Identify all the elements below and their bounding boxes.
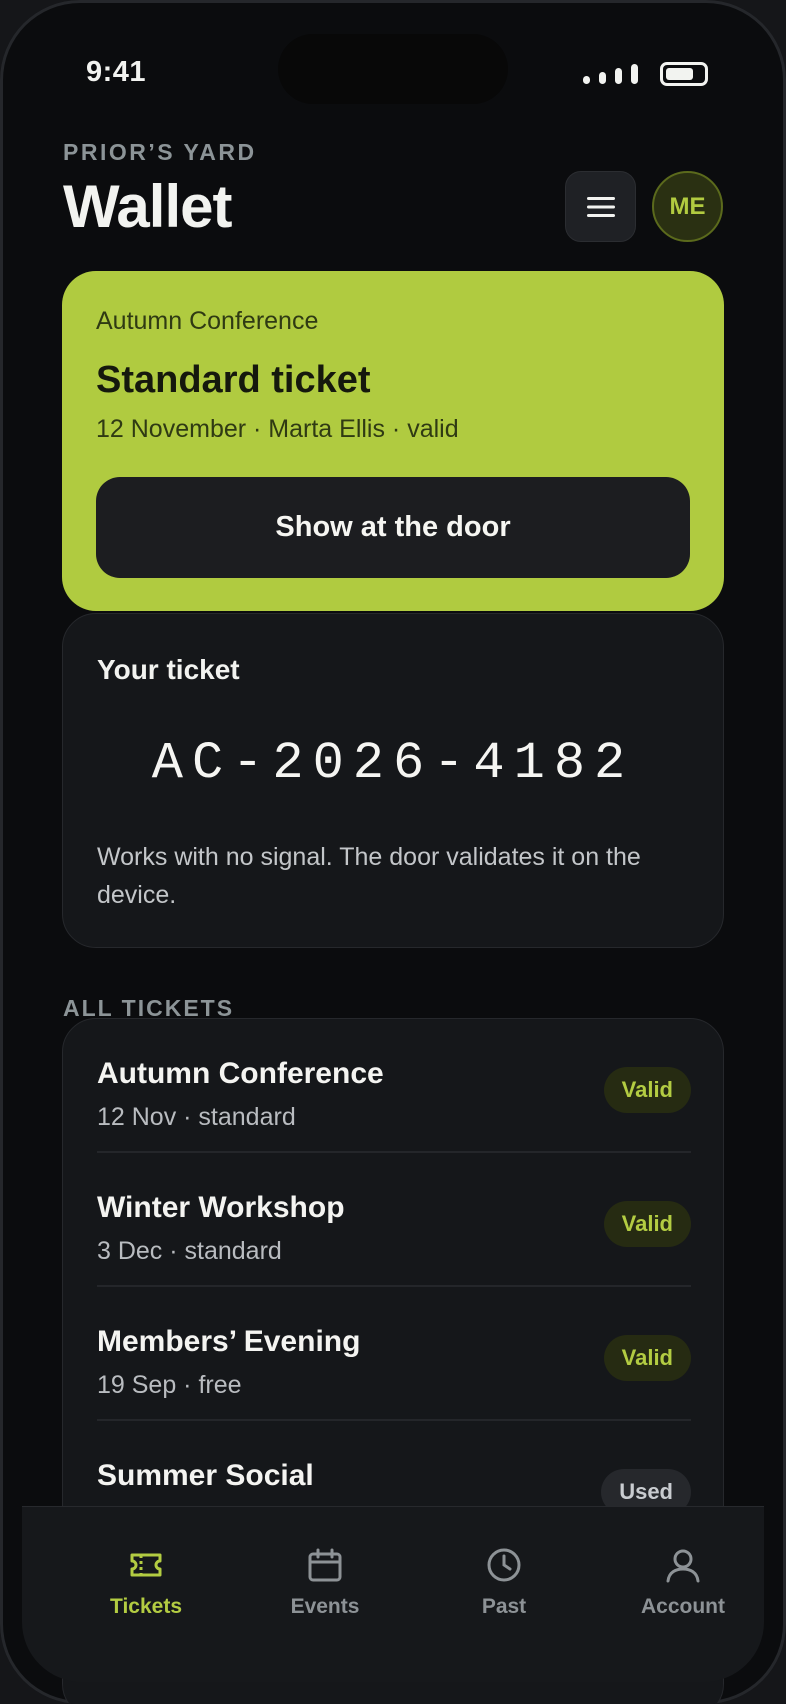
dynamic-island: [278, 34, 508, 104]
battery-icon: [660, 62, 708, 86]
ticket-row[interactable]: Autumn Conference 12 Nov · standard Vali…: [97, 1019, 691, 1153]
ticket-code-note: Works with no signal. The door validates…: [97, 843, 641, 909]
featured-ticket-meta: 12 November · Marta Ellis · valid: [96, 415, 459, 443]
show-at-door-button[interactable]: Show at the door: [96, 477, 690, 578]
ticket-code: AC-2026-4182: [151, 734, 635, 793]
menu-button[interactable]: [565, 171, 636, 242]
menu-icon: [586, 196, 615, 217]
tab-bar: Tickets Events Past Account: [22, 1506, 764, 1682]
user-icon: [666, 1549, 700, 1583]
tab-label: Account: [641, 1595, 725, 1618]
featured-event-name: Autumn Conference: [96, 307, 319, 335]
tab-label: Past: [481, 1595, 527, 1618]
ticket-row[interactable]: Members’ Evening 19 Sep · free Valid: [97, 1287, 691, 1421]
ticket-row-meta: 3 Dec · standard: [97, 1237, 282, 1265]
tab-tickets[interactable]: Tickets: [57, 1537, 235, 1637]
ticket-row-name: Summer Social: [97, 1459, 314, 1492]
page-title: Wallet: [63, 173, 232, 240]
phone-screen: 9:41 PRIOR’S YARD Wallet ME Autumn Confe…: [0, 0, 786, 1704]
status-badge: Valid: [603, 1201, 691, 1247]
ticket-row-name: Autumn Conference: [97, 1057, 384, 1090]
status-badge: Valid: [603, 1335, 691, 1381]
featured-ticket-type: Standard ticket: [96, 359, 371, 401]
ticket-row-meta: 19 Sep · free: [97, 1371, 242, 1399]
signal-icon: [583, 64, 641, 84]
ticket-row-name: Members’ Evening: [97, 1325, 361, 1358]
ticket-code-card: Your ticket AC-2026-4182 Works with no s…: [62, 613, 724, 948]
ticket-row-name: Winter Workshop: [97, 1191, 345, 1224]
tab-label: Tickets: [110, 1595, 182, 1618]
tab-past[interactable]: Past: [415, 1537, 593, 1637]
clock-icon: [487, 1548, 521, 1582]
status-badge: Valid: [603, 1067, 691, 1113]
calendar-icon: [308, 1548, 342, 1582]
ticket-row-meta: 12 Nov · standard: [97, 1103, 296, 1131]
avatar[interactable]: ME: [652, 171, 723, 242]
ticket-row[interactable]: Winter Workshop 3 Dec · standard Valid: [97, 1153, 691, 1287]
ticket-icon: [130, 1553, 162, 1577]
tab-label: Events: [290, 1595, 360, 1618]
status-time: 9:41: [86, 56, 147, 88]
venue-overline: PRIOR’S YARD: [63, 139, 257, 165]
tab-events[interactable]: Events: [236, 1537, 414, 1637]
ticket-code-title: Your ticket: [97, 654, 240, 685]
featured-ticket-card: Autumn Conference Standard ticket 12 Nov…: [62, 271, 724, 611]
tab-account[interactable]: Account: [594, 1537, 772, 1637]
battery-level: [666, 68, 693, 80]
